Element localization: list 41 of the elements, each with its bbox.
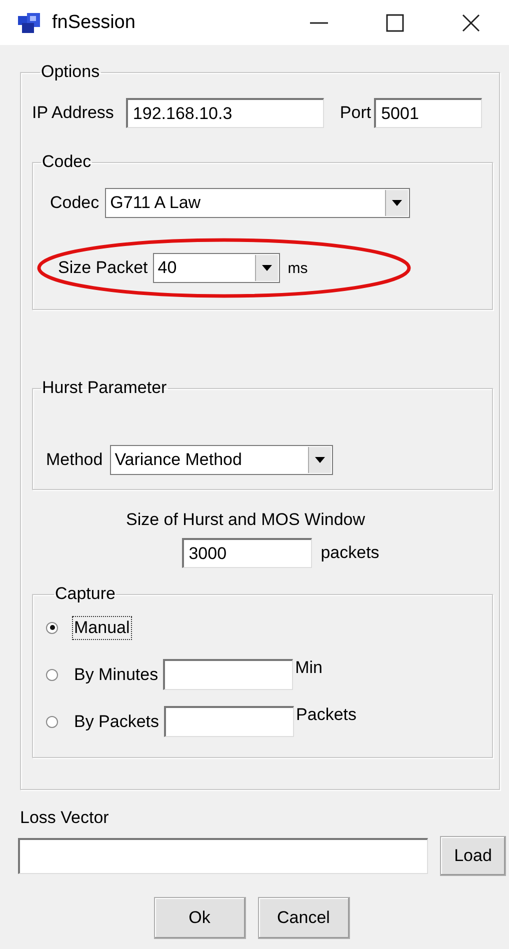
loss-vector-label: Loss Vector [20,808,109,827]
ip-address-field[interactable]: 192.168.10.3 [126,98,324,128]
size-packet-dropdown[interactable]: 40 [152,253,280,283]
caret-icon [262,265,272,271]
caret-icon [392,200,402,206]
app-icon [18,12,40,32]
input-field[interactable] [163,659,294,690]
close-icon [461,12,481,32]
unit-label: Packets [296,704,357,724]
method-dropdown[interactable]: Variance Method [110,445,333,475]
window-title: fnSession [52,12,136,34]
codec-label: Codec [50,193,100,213]
size-packet-label: Size Packet [58,258,148,278]
radio-button[interactable] [46,668,58,680]
dialog-button[interactable]: Cancel [258,897,350,939]
load-button[interactable]: Load [440,836,506,876]
unit-label: packets [320,543,380,563]
unit-label: Min [295,658,322,678]
radio-label[interactable]: Manual [73,616,131,638]
method-label: Method [46,450,103,470]
loss-vector-field[interactable] [18,838,428,874]
radio-label[interactable]: By Packets [73,710,160,732]
radio-button[interactable] [46,622,58,634]
port-field[interactable]: 5001 [374,98,482,128]
window-size-field[interactable]: 3000 [182,538,312,568]
ip-address-label: IP Address [32,103,114,123]
group-label: Capture [54,584,116,604]
port-label: Port [340,103,372,123]
dialog-button[interactable]: Ok [154,897,246,939]
group-label: Codec [41,152,92,172]
caret-icon [314,457,325,463]
radio-button[interactable] [46,716,58,728]
group-label: Options [40,62,101,82]
unit-label: ms [288,260,308,276]
window-size-label: Size of Hurst and MOS Window [126,510,366,530]
maximize-icon [385,12,405,32]
codec-dropdown[interactable]: G711 A Law [105,188,410,218]
radio-label[interactable]: By Minutes [73,664,160,686]
input-field[interactable] [164,706,294,737]
group-label: Hurst Parameter [41,378,168,398]
minimize-icon [310,22,328,24]
